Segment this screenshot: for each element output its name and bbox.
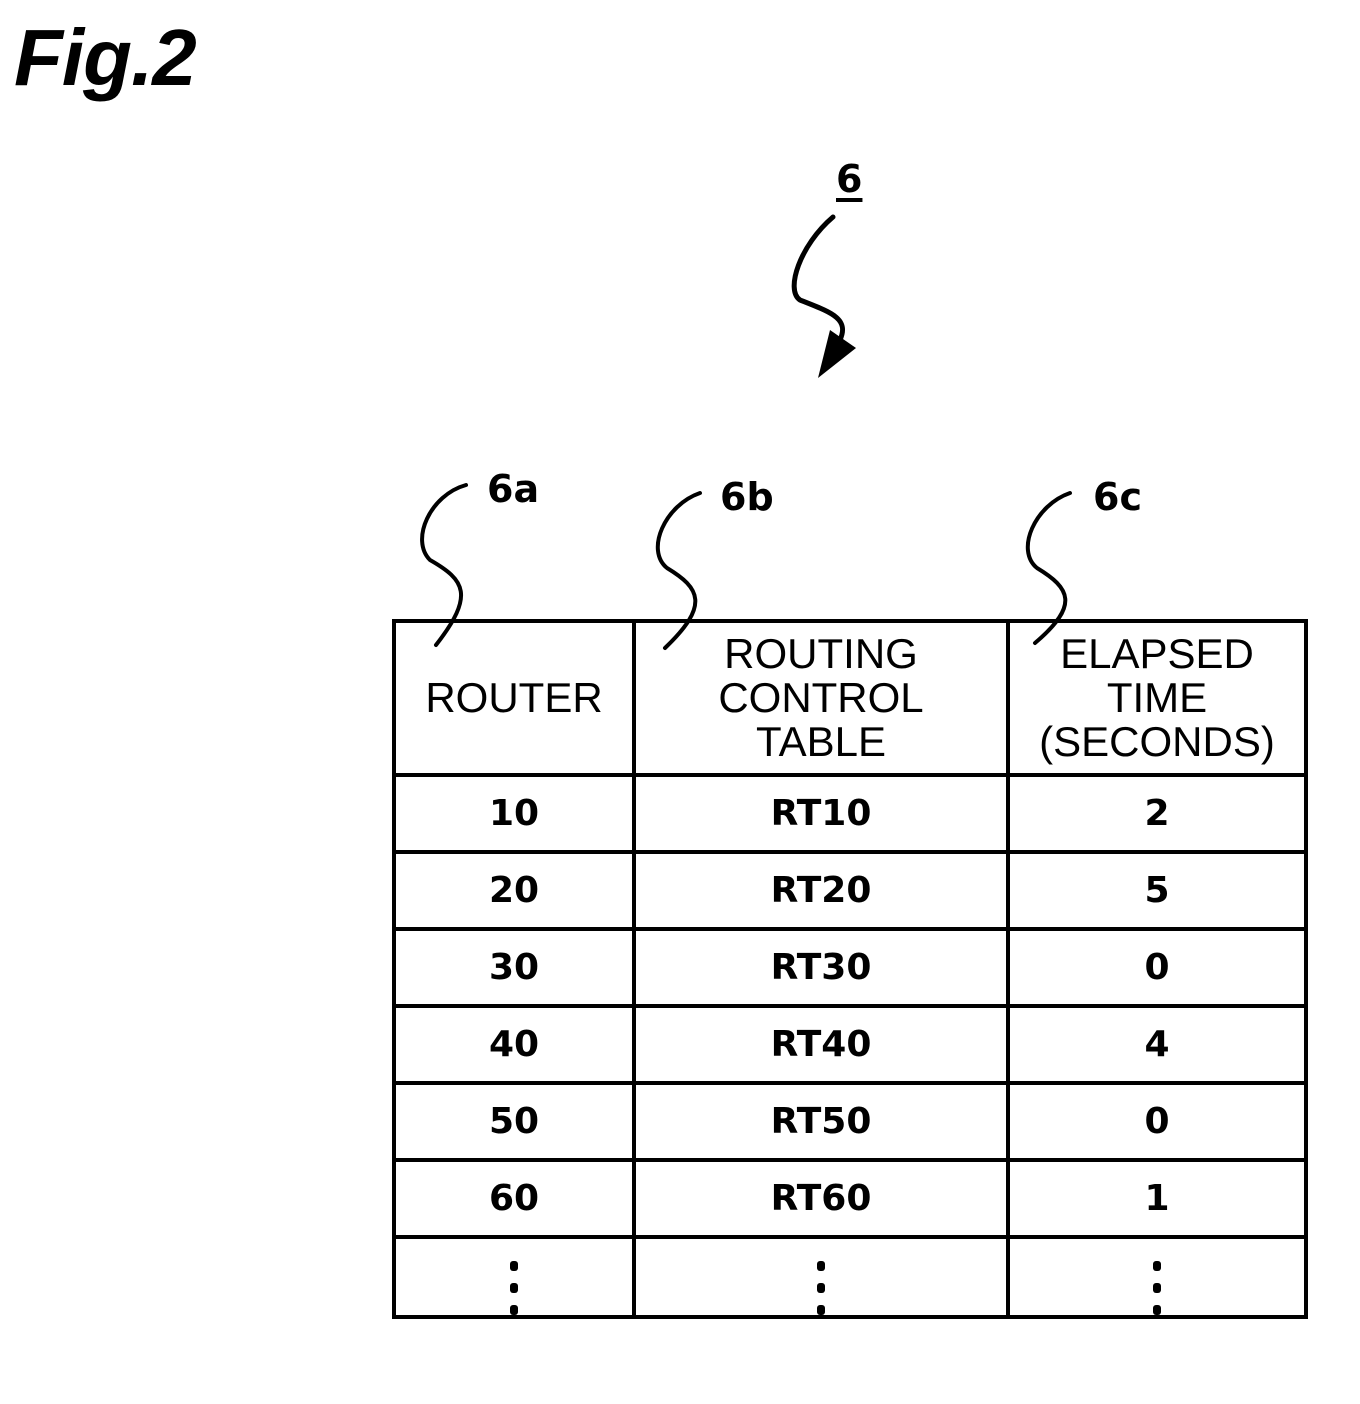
elapsed-time-cell: 0 [1006, 1081, 1308, 1162]
vertical-ellipsis-icon [1153, 1261, 1161, 1315]
router-column-reference: 6a [487, 467, 540, 511]
vertical-ellipsis-icon [510, 1261, 518, 1315]
header-row: ROUTER ROUTING CONTROL TABLE ELAPSED TIM… [392, 619, 1308, 777]
router-cell: 50 [392, 1081, 636, 1162]
elapsed-time-cell: 5 [1006, 850, 1308, 931]
figure-title: Fig.2 [14, 13, 197, 102]
router-cell: 20 [392, 850, 636, 931]
routing-table-continuation-cell [632, 1235, 1010, 1319]
routing-table-cell: RT50 [632, 1081, 1010, 1162]
routing-table-cell: RT60 [632, 1158, 1010, 1239]
table-row: 30 RT30 0 [392, 927, 1308, 1008]
table-row: 10 RT10 2 [392, 773, 1308, 854]
table-row: 40 RT40 4 [392, 1004, 1308, 1085]
routing-table-cell: RT30 [632, 927, 1010, 1008]
elapsed-time-column-reference: 6c [1093, 475, 1142, 519]
table-row: 60 RT60 1 [392, 1158, 1308, 1239]
routing-table-cell: RT40 [632, 1004, 1010, 1085]
table-row: 50 RT50 0 [392, 1081, 1308, 1162]
router-cell: 30 [392, 927, 636, 1008]
router-continuation-cell [392, 1235, 636, 1319]
router-table: ROUTER ROUTING CONTROL TABLE ELAPSED TIM… [392, 619, 1308, 1319]
main-reference-label: 6 [836, 157, 863, 201]
header-routing-control-table: ROUTING CONTROL TABLE [632, 619, 1010, 777]
elapsed-time-cell: 1 [1006, 1158, 1308, 1239]
routing-table-cell: RT10 [632, 773, 1010, 854]
main-leader-arrowhead-icon [818, 330, 856, 378]
router-cell: 40 [392, 1004, 636, 1085]
table-row: 20 RT20 5 [392, 850, 1308, 931]
routing-table-cell: RT20 [632, 850, 1010, 931]
router-cell: 60 [392, 1158, 636, 1239]
router-cell: 10 [392, 773, 636, 854]
continuation-row [392, 1235, 1308, 1319]
header-router: ROUTER [392, 619, 636, 777]
elapsed-time-continuation-cell [1006, 1235, 1308, 1319]
routing-table-column-reference: 6b [720, 475, 774, 519]
elapsed-time-cell: 2 [1006, 773, 1308, 854]
header-elapsed-time: ELAPSED TIME (SECONDS) [1006, 619, 1308, 777]
vertical-ellipsis-icon [817, 1261, 825, 1315]
elapsed-time-cell: 0 [1006, 927, 1308, 1008]
main-leader-arrow-line [791, 214, 845, 343]
elapsed-time-cell: 4 [1006, 1004, 1308, 1085]
